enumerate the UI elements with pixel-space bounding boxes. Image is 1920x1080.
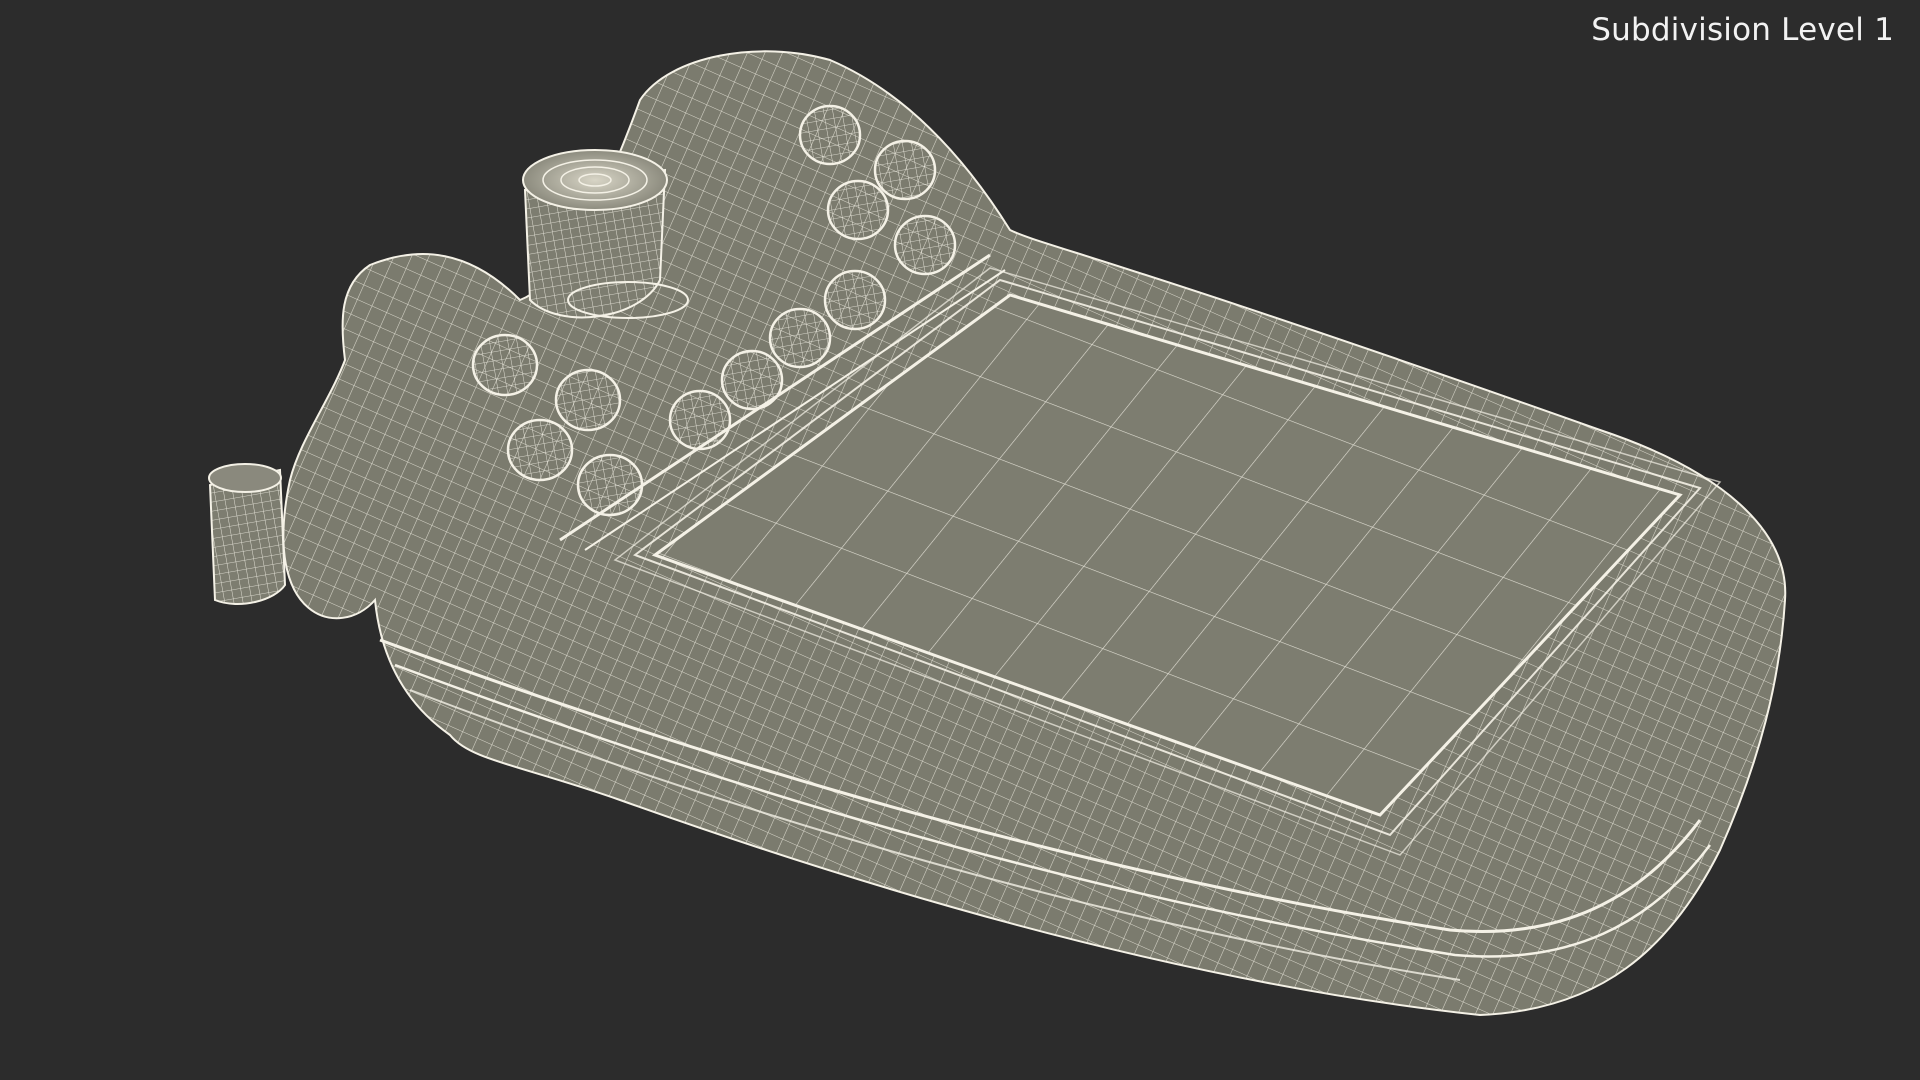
render-viewport: Subdivision Level 1 (0, 0, 1920, 1080)
button-left-1 (471, 333, 539, 397)
button-left-3 (506, 418, 574, 482)
subdivision-level-label: Subdivision Level 1 (1591, 12, 1894, 48)
button-top-2 (873, 139, 937, 201)
button-top-4 (893, 214, 957, 276)
button-row-2 (720, 349, 784, 411)
wireframe-model (208, 50, 1787, 1017)
button-top-1 (798, 104, 862, 166)
button-row-4 (823, 269, 887, 331)
button-row-1 (668, 389, 732, 451)
button-row-3 (768, 307, 832, 369)
button-left-4 (576, 453, 644, 517)
button-left-2 (554, 368, 622, 432)
cable-connector (208, 463, 287, 606)
button-top-3 (826, 179, 890, 241)
